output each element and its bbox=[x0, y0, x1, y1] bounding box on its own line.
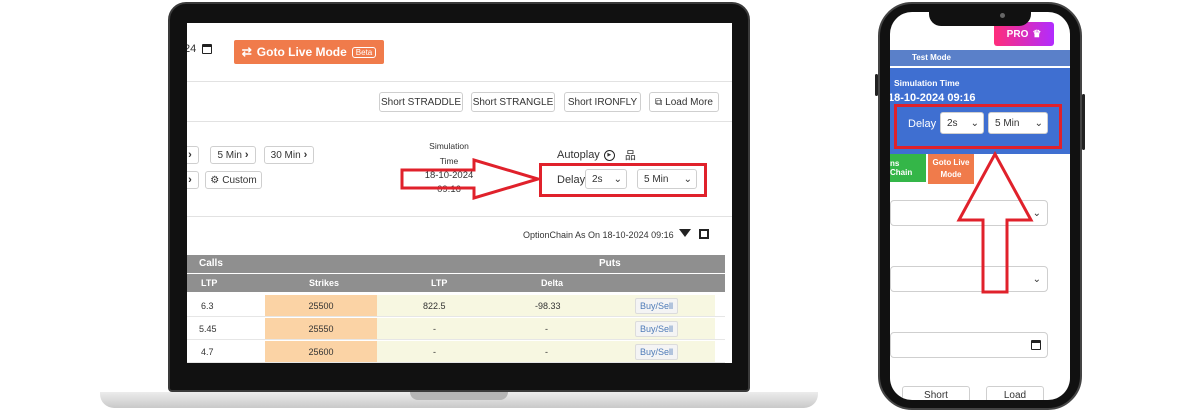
short-ironfly-button[interactable]: Short IRONFLY bbox=[564, 92, 641, 112]
delta-cell: - bbox=[545, 346, 548, 357]
pro-label: PRO bbox=[1006, 28, 1029, 40]
load-more-button[interactable]: ⧉ Load More bbox=[649, 92, 719, 112]
chevron-right-icon: › bbox=[188, 149, 192, 161]
goto-live-label: Goto Live Mode bbox=[256, 45, 347, 59]
simulation-datetime: 18-10-2024 09:16 bbox=[890, 92, 976, 104]
interval-5min-label: 5 Min bbox=[217, 149, 242, 161]
panel-edge-marker: : bbox=[890, 120, 891, 131]
date-input[interactable]: 24 bbox=[187, 43, 213, 55]
stage: 24 ⇄ Goto Live Mode Beta Short STRADDLE … bbox=[0, 0, 1200, 420]
test-mode-label: Test Mode bbox=[912, 53, 951, 62]
table-row: 4.7 25600 - - Buy/Sell bbox=[187, 341, 725, 363]
col-delta: Delta bbox=[541, 278, 564, 288]
beta-badge: Beta bbox=[351, 46, 377, 58]
chevron-right-icon: › bbox=[188, 174, 192, 186]
fullscreen-icon[interactable] bbox=[699, 229, 709, 239]
divider bbox=[187, 81, 732, 82]
filter-icon[interactable] bbox=[679, 229, 691, 237]
external-link-icon: ⧉ bbox=[655, 96, 663, 108]
call-ltp-cell: 5.45 bbox=[199, 323, 217, 334]
divider bbox=[187, 121, 732, 122]
calls-header: Calls bbox=[199, 258, 223, 269]
delta-cell: -98.33 bbox=[535, 300, 561, 311]
option-chain-timestamp: OptionChain As On 18-10-2024 09:16 bbox=[523, 230, 674, 240]
chevron-right-icon: › bbox=[303, 149, 308, 161]
phone-load-label: Load bbox=[1003, 390, 1027, 400]
camera-dot bbox=[1000, 13, 1005, 18]
phone-side-button bbox=[875, 74, 878, 96]
red-arrow-right-icon bbox=[400, 158, 542, 200]
table-group-header: Calls Puts bbox=[187, 255, 725, 273]
interval-30min-label: 30 Min bbox=[270, 149, 301, 161]
custom-label: Custom bbox=[222, 174, 257, 186]
delay-interval-select[interactable]: 5 Min ⌄ bbox=[637, 169, 697, 189]
phone-short-label: Short bbox=[924, 390, 948, 400]
simulation-label-line1: Simulation bbox=[429, 141, 469, 151]
load-more-label: Load More bbox=[665, 96, 713, 108]
puts-header: Puts bbox=[599, 258, 621, 269]
table-column-header: LTP Strikes LTP Delta bbox=[187, 274, 725, 292]
autoplay-label: Autoplay bbox=[557, 149, 600, 161]
call-ltp-cell: 4.7 bbox=[201, 346, 214, 357]
laptop-notch bbox=[410, 392, 508, 400]
call-ltp-cell: 6.3 bbox=[201, 300, 214, 311]
crown-icon: ♛ bbox=[1032, 28, 1042, 40]
autoplay-control[interactable]: Autoplay ▶ 品 bbox=[557, 147, 636, 163]
put-ltp-cell: - bbox=[433, 346, 436, 357]
test-mode-bar: Test Mode bbox=[890, 50, 1070, 66]
buy-sell-button[interactable]: Buy/Sell bbox=[635, 297, 679, 314]
interval-5min-button[interactable]: 5 Min › bbox=[210, 146, 256, 164]
short-straddle-label: Short STRADDLE bbox=[380, 96, 462, 108]
red-arrow-up-icon bbox=[956, 150, 1034, 294]
delay-label: Delay bbox=[557, 174, 586, 186]
delay-speed-value: 2s bbox=[592, 173, 603, 185]
short-strangle-button[interactable]: Short STRANGLE bbox=[471, 92, 555, 112]
phone-delay-highlight-box bbox=[894, 104, 1062, 149]
strike-cell: 25500 bbox=[265, 295, 377, 316]
table-row: 5.45 25550 - - Buy/Sell bbox=[187, 318, 725, 340]
buy-sell-button[interactable]: Buy/Sell bbox=[635, 320, 679, 337]
delay-interval-value: 5 Min bbox=[644, 173, 669, 185]
col-strikes: Strikes bbox=[309, 278, 340, 288]
custom-button[interactable]: ⚙ Custom bbox=[205, 171, 262, 189]
col-put-ltp: LTP bbox=[431, 278, 448, 288]
phone-side-button bbox=[1082, 94, 1085, 150]
sync-icon: ⇄ bbox=[241, 45, 252, 59]
strike-cell: 25600 bbox=[265, 341, 377, 362]
delay-speed-select[interactable]: 2s ⌄ bbox=[585, 169, 627, 189]
option-chain-chip[interactable]: ns Chain bbox=[890, 154, 926, 182]
gear-icon: ⚙ bbox=[210, 174, 220, 186]
phone-date-input[interactable] bbox=[890, 332, 1048, 358]
col-call-ltp: LTP bbox=[201, 278, 218, 288]
interval-30min-button[interactable]: 30 Min › bbox=[264, 146, 314, 164]
chevron-right-icon: › bbox=[244, 149, 249, 161]
put-ltp-cell: - bbox=[433, 323, 436, 334]
goto-live-mode-button[interactable]: ⇄ Goto Live Mode Beta bbox=[234, 40, 384, 64]
phone-load-button[interactable]: Load bbox=[986, 386, 1044, 400]
chevron-down-icon: ⌄ bbox=[613, 173, 622, 185]
calendar-icon[interactable] bbox=[202, 44, 213, 54]
play-icon[interactable]: ▶ bbox=[603, 149, 615, 161]
sitemap-icon[interactable]: 品 bbox=[625, 147, 636, 163]
strike-cell: 25550 bbox=[265, 318, 377, 339]
date-fragment: 24 bbox=[187, 43, 197, 55]
custom-next-button[interactable]: › bbox=[187, 171, 199, 189]
short-straddle-button[interactable]: Short STRADDLE bbox=[379, 92, 463, 112]
phone-notch bbox=[929, 6, 1031, 26]
table-row: 6.3 25500 822.5 -98.33 Buy/Sell bbox=[187, 295, 725, 317]
short-strangle-label: Short STRANGLE bbox=[472, 96, 554, 108]
calendar-icon[interactable] bbox=[1031, 340, 1041, 350]
put-ltp-cell: 822.5 bbox=[423, 300, 446, 311]
short-ironfly-label: Short IRONFLY bbox=[567, 96, 638, 108]
divider bbox=[187, 216, 732, 217]
buy-sell-button[interactable]: Buy/Sell bbox=[635, 343, 679, 360]
chevron-down-icon: ⌄ bbox=[683, 173, 692, 185]
simulation-time-label: Simulation Time bbox=[894, 78, 960, 88]
option-chain-chip-label: ns Chain bbox=[890, 159, 913, 177]
interval-next-button[interactable]: › bbox=[187, 146, 199, 164]
delta-cell: - bbox=[545, 323, 548, 334]
phone-short-button[interactable]: Short bbox=[902, 386, 970, 400]
